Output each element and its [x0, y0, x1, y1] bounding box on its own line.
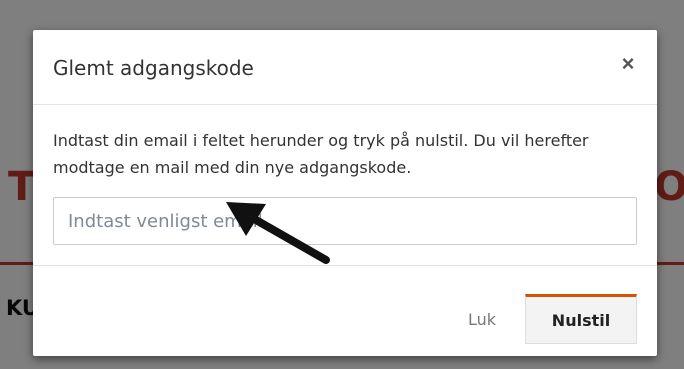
page: T O KU Glemt adgangskode × Indtast din e…: [0, 0, 684, 369]
modal-body: Indtast din email i feltet herunder og t…: [33, 105, 657, 266]
modal-header: Glemt adgangskode ×: [33, 30, 657, 105]
email-input[interactable]: [53, 197, 637, 245]
instruction-text: Indtast din email i feltet herunder og t…: [53, 131, 589, 177]
reset-button[interactable]: Nulstil: [525, 294, 637, 344]
close-icon[interactable]: ×: [617, 52, 639, 76]
forgot-password-modal: Glemt adgangskode × Indtast din email i …: [33, 30, 657, 356]
modal-title: Glemt adgangskode: [53, 56, 254, 80]
arrow-icon: [226, 202, 330, 264]
close-button[interactable]: Luk: [468, 310, 496, 329]
modal-footer: Luk Nulstil: [33, 266, 657, 356]
